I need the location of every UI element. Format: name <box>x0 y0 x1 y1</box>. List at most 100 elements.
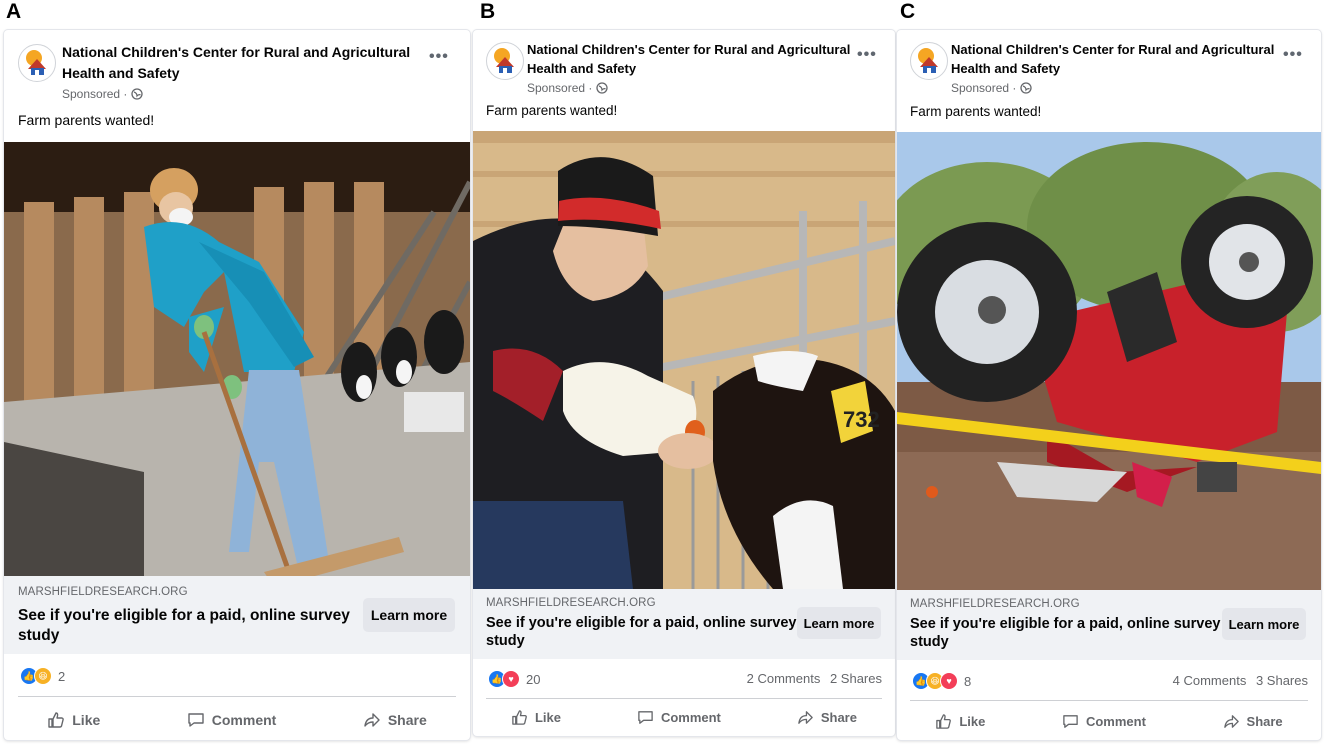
ad-post-card-b: National Children's Center for Rural and… <box>473 30 895 736</box>
page-name-line1: National Children's Center for Rural and… <box>527 42 851 57</box>
post-photo-boy-feeding-calf[interactable]: 732 <box>473 131 895 589</box>
link-headline-line1: See if you're eligible for a paid, onlin… <box>486 615 797 631</box>
link-headline: See if you're eligible for a paid, onlin… <box>486 614 796 650</box>
panel-label-c: C <box>900 0 916 23</box>
sponsored-text: Sponsored · <box>951 81 1017 95</box>
post-photo-woman-sweeping[interactable] <box>4 142 470 576</box>
reaction-count: 20 <box>526 671 541 687</box>
link-preview[interactable]: MARSHFIELDRESEARCH.ORG See if you're eli… <box>473 589 895 659</box>
comment-icon <box>638 710 653 724</box>
link-headline: See if you're eligible for a paid, onlin… <box>910 615 1220 651</box>
learn-more-button[interactable]: Learn more <box>1222 608 1306 640</box>
share-label: Share <box>387 712 427 728</box>
learn-more-button[interactable]: Learn more <box>797 607 881 639</box>
engagement-stats: 4 Comments 3 Shares <box>1173 673 1308 688</box>
action-bar: Like Comment Share <box>897 710 1321 732</box>
thumbs-up-icon <box>512 709 527 725</box>
like-label: Like <box>534 709 561 725</box>
post-caption: Farm parents wanted! <box>486 103 618 118</box>
panel-label-b: B <box>480 0 496 23</box>
comment-label: Comment <box>211 712 277 728</box>
logo-icon <box>912 44 946 78</box>
link-preview[interactable]: MARSHFIELDRESEARCH.ORG See if you're eli… <box>897 590 1321 660</box>
reaction-summary[interactable]: 👍 😆 2 <box>20 667 65 685</box>
thumbs-up-icon <box>48 712 65 728</box>
link-headline-line1: See if you're eligible for a paid, onlin… <box>18 607 350 624</box>
share-label: Share <box>1246 713 1283 729</box>
page-name-line2: Health and Safety <box>527 61 637 76</box>
sponsored-text: Sponsored · <box>527 81 593 95</box>
globe-icon <box>596 82 609 94</box>
more-options-icon[interactable]: ••• <box>1283 46 1303 64</box>
love-icon: ♥ <box>502 670 520 688</box>
comment-button[interactable]: Comment <box>637 709 721 726</box>
like-button[interactable]: Like <box>511 709 561 726</box>
link-domain: MARSHFIELDRESEARCH.ORG <box>910 598 1080 610</box>
sponsored-text: Sponsored · <box>62 87 128 101</box>
link-headline-line2: study <box>910 634 949 650</box>
page-name-line2: Health and Safety <box>951 61 1061 76</box>
share-button[interactable]: Share <box>1223 713 1283 730</box>
love-icon: ♥ <box>940 672 958 690</box>
comment-button[interactable]: Comment <box>1062 713 1146 730</box>
link-headline-line2: study <box>486 633 525 649</box>
page-name[interactable]: National Children's Center for Rural and… <box>62 42 410 84</box>
link-headline-line1: See if you're eligible for a paid, onlin… <box>910 616 1221 632</box>
globe-icon <box>131 88 144 100</box>
share-icon <box>798 710 813 724</box>
sponsored-label: Sponsored · <box>527 81 609 95</box>
shares-count[interactable]: 3 Shares <box>1256 673 1308 688</box>
engagement-stats: 2 Comments 2 Shares <box>747 671 882 686</box>
comment-icon <box>1063 714 1078 728</box>
post-caption: Farm parents wanted! <box>18 112 155 128</box>
logo-icon <box>488 44 522 78</box>
haha-icon: 😆 <box>34 667 52 685</box>
divider <box>18 696 456 697</box>
reaction-summary[interactable]: 👍 ♥ 20 <box>488 670 540 688</box>
page-logo[interactable] <box>18 44 56 82</box>
share-icon <box>1223 714 1239 728</box>
reaction-summary[interactable]: 👍 😆 ♥ 8 <box>912 672 971 690</box>
page-name-line1: National Children's Center for Rural and… <box>951 42 1275 57</box>
page-name[interactable]: National Children's Center for Rural and… <box>527 40 850 78</box>
page-logo[interactable] <box>486 42 524 80</box>
share-button[interactable]: Share <box>797 709 857 726</box>
share-icon <box>364 713 380 727</box>
action-bar: Like Comment Share <box>473 706 895 728</box>
divider <box>486 698 882 699</box>
like-button[interactable]: Like <box>47 711 100 729</box>
page-logo[interactable] <box>910 42 948 80</box>
like-label: Like <box>72 712 101 728</box>
globe-icon <box>1020 82 1033 94</box>
comments-count[interactable]: 4 Comments <box>1173 673 1247 688</box>
link-headline: See if you're eligible for a paid, onlin… <box>18 606 350 646</box>
link-domain: MARSHFIELDRESEARCH.ORG <box>18 586 188 598</box>
more-options-icon[interactable]: ••• <box>857 46 877 64</box>
panel-label-a: A <box>6 0 22 23</box>
page-name-line1: National Children's Center for Rural and… <box>62 44 411 60</box>
comment-button[interactable]: Comment <box>187 711 277 729</box>
comment-icon <box>188 713 204 727</box>
thumbs-up-icon <box>936 713 952 729</box>
post-caption: Farm parents wanted! <box>910 104 1042 119</box>
reaction-count: 2 <box>58 668 66 684</box>
shares-count[interactable]: 2 Shares <box>830 671 882 686</box>
share-label: Share <box>820 709 857 725</box>
share-button[interactable]: Share <box>363 711 427 729</box>
logo-icon <box>20 46 54 80</box>
comment-label: Comment <box>660 709 721 725</box>
learn-more-button[interactable]: Learn more <box>363 598 455 632</box>
like-label: Like <box>959 713 986 729</box>
post-photo-overturned-tractor[interactable] <box>897 132 1321 590</box>
divider <box>910 700 1308 701</box>
more-options-icon[interactable]: ••• <box>429 48 449 66</box>
ear-tag-number: 732 <box>843 407 880 432</box>
link-preview[interactable]: MARSHFIELDRESEARCH.ORG See if you're eli… <box>4 576 470 654</box>
reaction-count: 8 <box>964 673 972 689</box>
comments-count[interactable]: 2 Comments <box>747 671 821 686</box>
sponsored-label: Sponsored · <box>951 81 1033 95</box>
link-domain: MARSHFIELDRESEARCH.ORG <box>486 597 656 609</box>
page-name[interactable]: National Children's Center for Rural and… <box>951 40 1274 78</box>
ad-post-card-c: National Children's Center for Rural and… <box>897 30 1321 740</box>
like-button[interactable]: Like <box>935 713 985 730</box>
